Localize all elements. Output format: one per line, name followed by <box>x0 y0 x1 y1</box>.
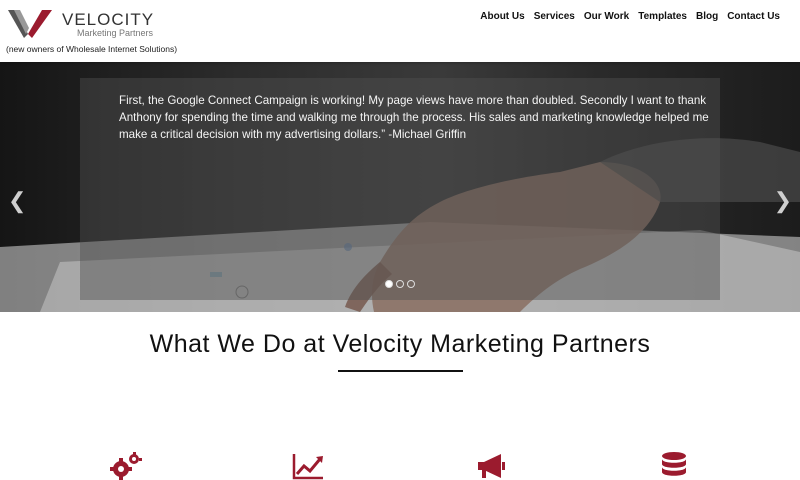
carousel-dot-2[interactable] <box>396 280 404 288</box>
site-header: VELOCITY Marketing Partners (new owners … <box>0 0 800 62</box>
velocity-logo-icon[interactable] <box>8 8 52 40</box>
nav-templates[interactable]: Templates <box>638 11 687 22</box>
brand-name: VELOCITY <box>62 10 155 29</box>
nav-services[interactable]: Services <box>534 11 575 22</box>
megaphone-icon <box>478 454 505 478</box>
testimonial-carousel: First, the Google Connect Campaign is wo… <box>0 62 800 312</box>
carousel-dot-1[interactable] <box>385 280 393 288</box>
title-divider <box>338 370 463 372</box>
section-title: What We Do at Velocity Marketing Partner… <box>149 330 651 358</box>
carousel-prev-icon[interactable]: ❮ <box>8 190 26 212</box>
nav-our-work[interactable]: Our Work <box>584 11 629 22</box>
owners-note: (new owners of Wholesale Internet Soluti… <box>6 44 178 54</box>
carousel-next-icon[interactable]: ❯ <box>774 190 792 212</box>
testimonial-quote: First, the Google Connect Campaign is wo… <box>119 94 709 141</box>
nav-about-us[interactable]: About Us <box>480 11 524 22</box>
gears-icon <box>110 452 142 480</box>
carousel-indicators <box>385 280 415 288</box>
brand-tagline: Marketing Partners <box>77 28 154 38</box>
main-nav: About Us Services Our Work Templates Blo… <box>480 11 780 22</box>
nav-contact-us[interactable]: Contact Us <box>727 11 780 22</box>
nav-blog[interactable]: Blog <box>696 11 718 22</box>
database-icon <box>662 452 686 476</box>
carousel-dot-3[interactable] <box>407 280 415 288</box>
testimonial-box: First, the Google Connect Campaign is wo… <box>80 78 720 300</box>
line-chart-icon <box>292 454 323 480</box>
